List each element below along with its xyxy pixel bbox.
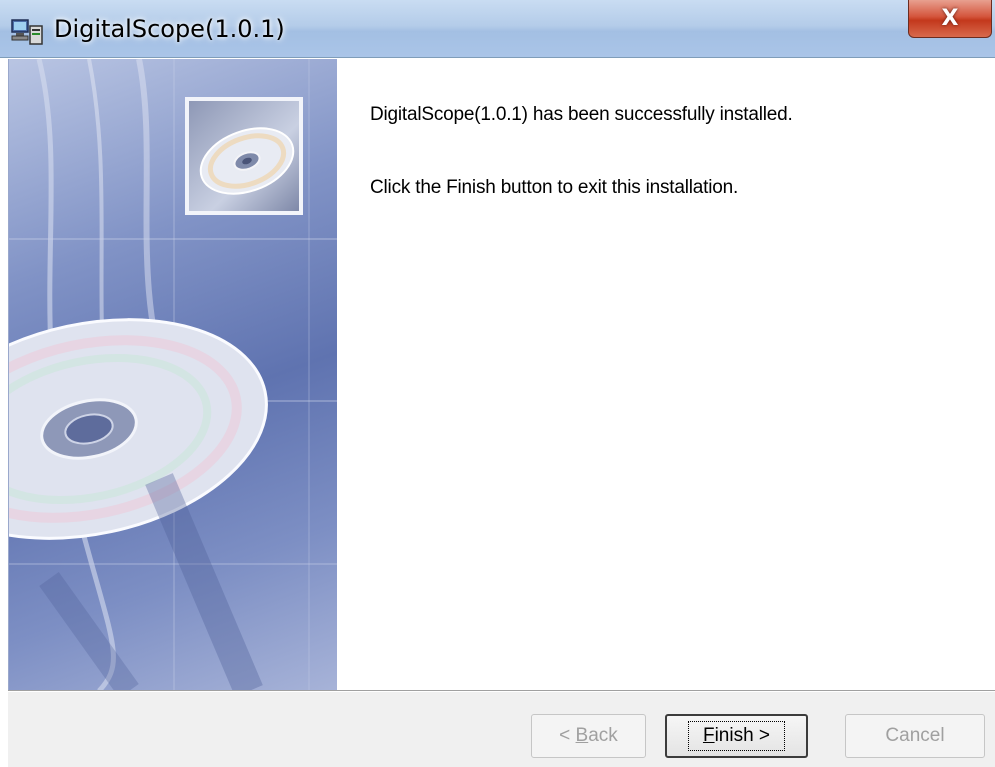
finish-instruction-message: Click the Finish button to exit this ins… — [370, 177, 739, 198]
content-area: DigitalScope(1.0.1) has been successfull… — [337, 59, 995, 691]
install-success-message: DigitalScope(1.0.1) has been successfull… — [370, 104, 793, 125]
installer-computer-icon — [10, 18, 44, 46]
close-button[interactable]: X — [908, 0, 992, 38]
cd-disc-icon — [185, 97, 303, 215]
cancel-label: Cancel — [885, 725, 945, 746]
window-title: DigitalScope(1.0.1) — [54, 15, 285, 43]
close-icon: X — [941, 6, 959, 31]
back-button[interactable]: < Back — [531, 714, 646, 758]
finish-button[interactable]: Finish > — [665, 714, 808, 758]
title-bar[interactable]: DigitalScope(1.0.1) X — [0, 0, 995, 58]
cancel-button[interactable]: Cancel — [845, 714, 985, 758]
back-label: < Back — [559, 725, 618, 746]
side-panel-artwork — [8, 59, 337, 691]
finish-label: Finish > — [687, 721, 786, 751]
